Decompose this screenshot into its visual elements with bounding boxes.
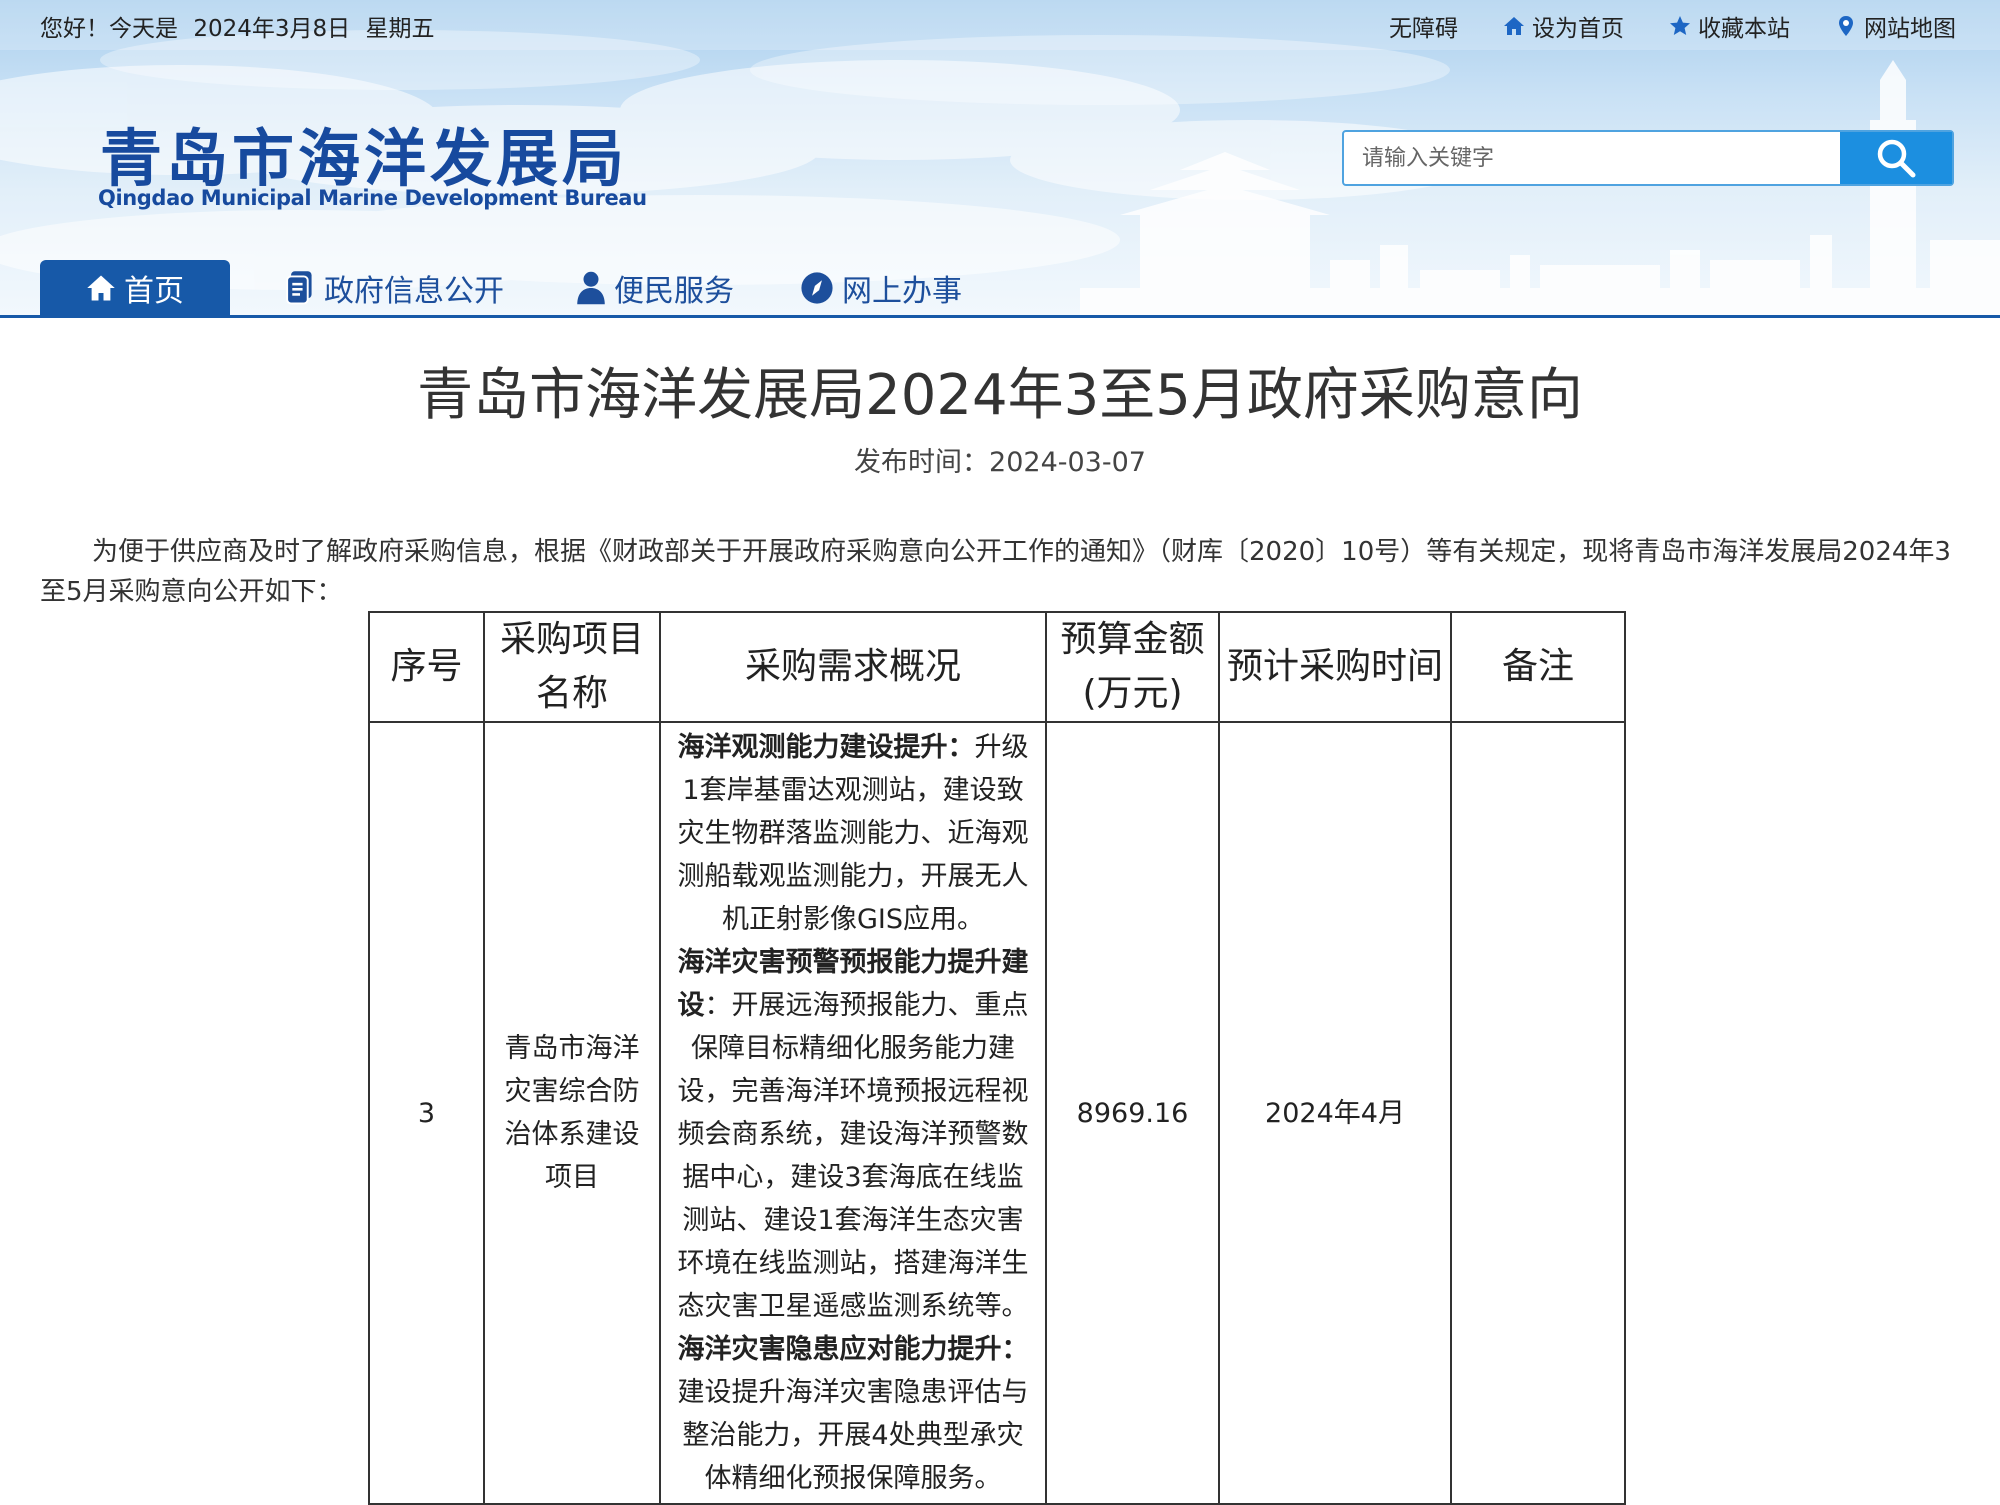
cell-remarks (1450, 721, 1626, 1505)
requirement-item: 海洋灾害隐患应对能力提升： 建设提升海洋灾害隐患评估与整治能力，开展4处典型承灾体… (675, 1328, 1031, 1500)
person-icon (577, 271, 605, 305)
bookmark-site-link[interactable]: 收藏本站 (1668, 9, 1790, 43)
header-remarks: 备注 (1450, 611, 1626, 723)
article-title: 青岛市海洋发展局2024年3至5月政府采购意向 (417, 363, 1583, 428)
cell-requirement-summary: 海洋观测能力建设提升：升级1套岸基雷达观测站，建设致灾生物群落监测能力、近海观测… (659, 721, 1047, 1505)
location-pin-icon (1839, 16, 1853, 36)
current-weekday: 星期五 (365, 16, 435, 42)
publish-time: 发布时间：2024-03-07 (854, 447, 1146, 478)
cell-project-name: 青岛市海洋灾害综合防治体系建设项目 (483, 721, 661, 1505)
set-homepage-link[interactable]: 设为首页 (1502, 9, 1624, 43)
home-icon (87, 275, 115, 301)
site-logo-english[interactable]: Qingdao Municipal Marine Development Bur… (98, 186, 647, 210)
nav-label-online-services: 网上办事 (842, 274, 962, 309)
nav-label-public-service: 便民服务 (614, 274, 734, 309)
greeting-text: 您好！今天是 (40, 16, 178, 42)
search-icon (1877, 139, 1916, 178)
header-procurement-time: 预计采购时间 (1218, 611, 1452, 723)
header-serial-number: 序号 (368, 611, 485, 723)
current-date: 2024年3月8日 (193, 16, 351, 42)
header-budget: 预算金额(万元) (1045, 611, 1220, 723)
accessibility-link[interactable]: 无障碍 (1389, 9, 1458, 43)
requirement-body: ：开展远海预报能力、重点保障目标精细化服务能力建设，完善海洋环境预报远程视频会商… (677, 990, 1029, 1322)
site-header: 您好！今天是 2024年3月8日 星期五 无障碍 设为首页 收藏本站 网站地图 … (0, 0, 2000, 318)
search-box (1342, 130, 1954, 186)
sitemap-link[interactable]: 网站地图 (1834, 9, 1956, 43)
cell-serial-number: 3 (368, 721, 485, 1505)
home-icon (1504, 17, 1524, 35)
cell-budget: 8969.16 (1045, 721, 1220, 1505)
search-input[interactable] (1344, 132, 1834, 184)
requirement-item: 海洋灾害预警预报能力提升建设：开展远海预报能力、重点保障目标精细化服务能力建设，… (675, 941, 1031, 1328)
table-row: 3 青岛市海洋灾害综合防治体系建设项目 海洋观测能力建设提升：升级1套岸基雷达观… (368, 721, 1626, 1505)
set-homepage-label: 设为首页 (1532, 16, 1624, 42)
site-logo-chinese[interactable]: 青岛市海洋发展局 (100, 108, 628, 198)
nav-underline (0, 315, 2000, 318)
nav-item-gov-info[interactable]: 政府信息公开 (284, 260, 504, 316)
date-greeting: 您好！今天是 2024年3月8日 星期五 (40, 9, 442, 43)
requirement-body: 建设提升海洋灾害隐患评估与整治能力，开展4处典型承灾体精细化预报保障服务。 (677, 1377, 1029, 1494)
top-links: 无障碍 设为首页 收藏本站 网站地图 (1389, 9, 1956, 43)
article-intro: 为便于供应商及时了解政府采购信息，根据《财政部关于开展政府采购意向公开工作的通知… (40, 537, 1951, 607)
header-project-name: 采购项目名称 (483, 611, 661, 723)
nav-label-home: 首页 (124, 274, 184, 309)
compass-icon (801, 272, 833, 304)
requirement-heading: 海洋观测能力建设提升： (677, 732, 975, 763)
bookmark-site-label: 收藏本站 (1698, 16, 1790, 42)
nav-item-public-service[interactable]: 便民服务 (576, 260, 734, 316)
main-navigation: 首页 政府信息公开 便民服务 网上办事 (0, 256, 2000, 318)
nav-item-online-services[interactable]: 网上办事 (800, 260, 962, 316)
top-bar: 您好！今天是 2024年3月8日 星期五 无障碍 设为首页 收藏本站 网站地图 (0, 0, 2000, 50)
document-icon (286, 271, 312, 305)
cell-procurement-time: 2024年4月 (1218, 721, 1452, 1505)
search-button[interactable] (1840, 132, 1952, 184)
sitemap-label: 网站地图 (1864, 16, 1956, 42)
nav-item-home[interactable]: 首页 (40, 260, 230, 316)
requirement-item: 海洋观测能力建设提升：升级1套岸基雷达观测站，建设致灾生物群落监测能力、近海观测… (675, 726, 1031, 941)
requirement-heading: 海洋灾害隐患应对能力提升： (677, 1334, 1029, 1365)
procurement-table: 序号 采购项目名称 采购需求概况 预算金额(万元) 预计采购时间 备注 3 青岛… (368, 611, 1626, 1505)
star-icon (1670, 16, 1690, 35)
accessibility-label: 无障碍 (1389, 16, 1458, 42)
table-header-row: 序号 采购项目名称 采购需求概况 预算金额(万元) 预计采购时间 备注 (368, 611, 1626, 723)
nav-label-gov-info: 政府信息公开 (324, 274, 504, 309)
header-requirement-summary: 采购需求概况 (659, 611, 1047, 723)
